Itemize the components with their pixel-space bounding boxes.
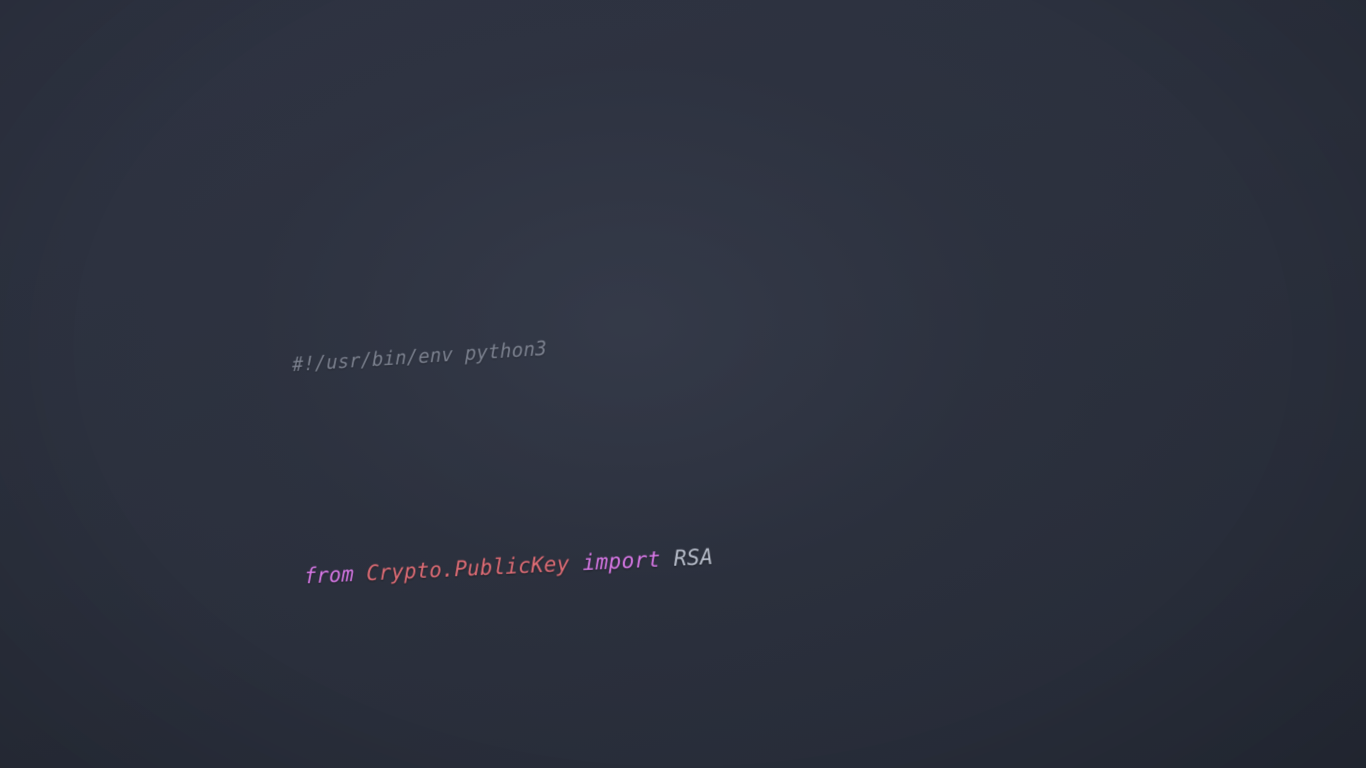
desktop-wallpaper: #!/usr/bin/env python3 from Crypto.Publi…: [0, 0, 1366, 768]
token-comment: #!/usr/bin/env python3: [292, 336, 548, 376]
token-module-crypto: Crypto.PublicKey: [366, 550, 570, 586]
code-line-2: from secret import FLAG: [293, 750, 1128, 768]
token-name-rsa: RSA: [673, 543, 714, 572]
code-line-1: from Crypto.PublicKey import RSA: [293, 515, 1108, 599]
token-keyword-from: from: [304, 561, 354, 589]
code-line-0: #!/usr/bin/env python3: [292, 292, 1087, 386]
token-keyword-import: import: [582, 546, 662, 576]
code-snippet: #!/usr/bin/env python3 from Crypto.Publi…: [292, 121, 1321, 768]
code-stage: #!/usr/bin/env python3 from Crypto.Publi…: [0, 0, 1366, 768]
